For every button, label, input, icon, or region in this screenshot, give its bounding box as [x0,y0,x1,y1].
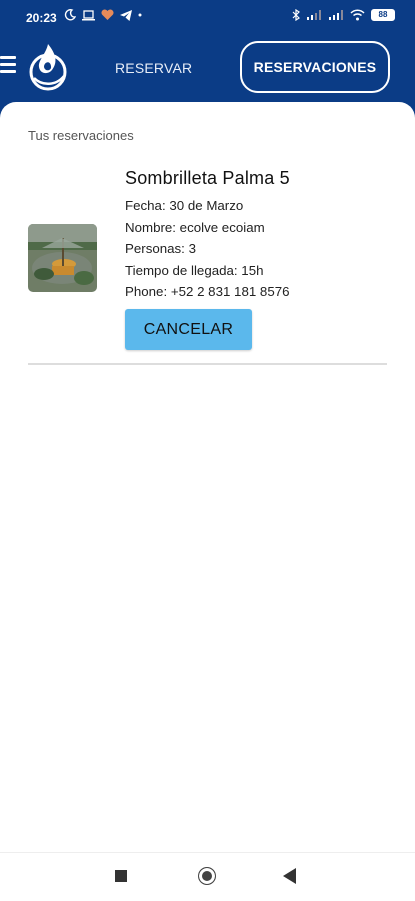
recent-apps-icon[interactable] [115,870,127,882]
top-nav: RESERVAR RESERVACIONES [0,36,415,102]
wifi-icon [350,9,365,21]
reservation-personas: Personas: 3 [125,241,196,257]
reservation-fecha: Fecha: 30 de Marzo [125,198,244,213]
status-time: 20:23 [26,11,57,25]
reservation-thumbnail [28,224,97,292]
divider [28,363,387,365]
status-system-icons: 88 [292,9,395,21]
laptop-icon [82,9,95,20]
cancel-button[interactable]: CANCELAR [125,309,252,350]
nav-reservaciones-button[interactable]: RESERVACIONES [240,41,390,93]
status-bar: 20:23 88 [0,0,415,36]
content-sheet: Tus reservaciones Sombrilleta Palma 5 Fe… [0,102,415,852]
back-icon[interactable] [283,868,296,884]
heart-app-icon [101,9,114,20]
signal-icon [307,10,321,20]
nav-reservar-link[interactable]: RESERVAR [115,60,192,76]
status-notification-icons [64,9,142,21]
bluetooth-icon [292,9,300,21]
reservation-phone: Phone: +52 2 831 181 8576 [125,284,290,300]
section-title: Tus reservaciones [28,128,134,143]
system-nav-bar [0,852,415,901]
moon-icon [64,9,76,21]
battery-icon: 88 [371,9,395,21]
menu-icon[interactable] [0,56,16,74]
reservation-info: Sombrilleta Palma 5 Fecha: 30 de Marzo N… [125,168,290,303]
reservation-place: Sombrilleta Palma 5 [125,168,290,188]
reservation-nombre: Nombre: ecolve ecoiam [125,219,265,235]
reservation-tiempo: Tiempo de llegada: 15h [125,262,264,278]
more-notifications-icon [138,13,142,17]
app-logo [29,44,67,91]
home-icon[interactable] [198,867,216,885]
signal-2-icon [329,10,343,20]
telegram-icon [120,9,132,21]
